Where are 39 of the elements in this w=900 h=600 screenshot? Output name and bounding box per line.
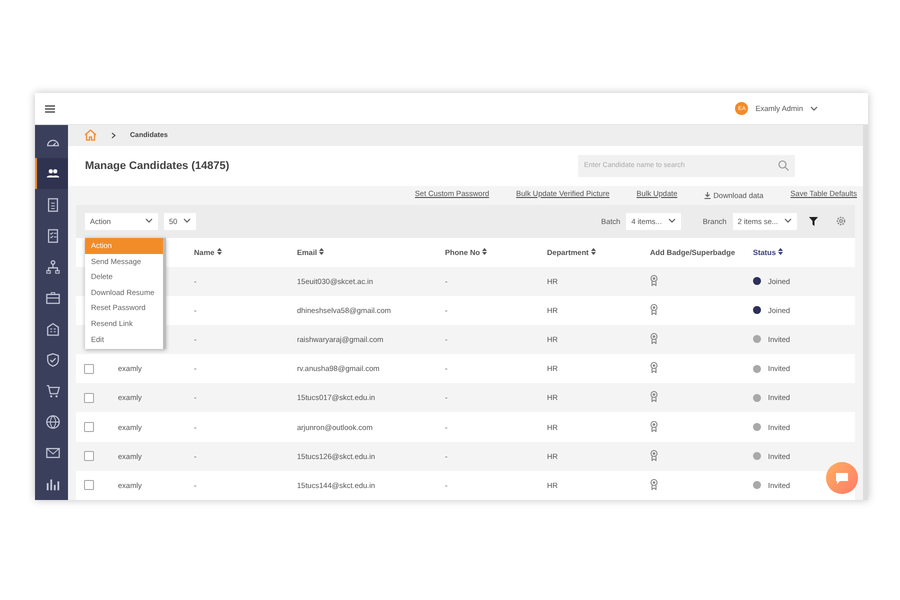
checkbox[interactable] <box>84 451 94 462</box>
chevron-down-icon <box>668 218 676 224</box>
badge-icon[interactable] <box>650 304 658 315</box>
sort-icon <box>482 248 488 254</box>
sort-icon <box>319 248 324 254</box>
sort-icon <box>216 248 222 254</box>
home-icon[interactable] <box>84 129 97 142</box>
chat-bubble-icon <box>835 472 849 484</box>
badge-icon[interactable] <box>650 332 658 344</box>
chevron-down-icon <box>810 106 818 112</box>
checkbox[interactable] <box>84 392 94 403</box>
badge-icon[interactable] <box>650 274 658 286</box>
badge-icon[interactable] <box>650 391 658 402</box>
page-title: Manage Candidates (14875) <box>85 160 230 172</box>
hierarchy-icon <box>44 258 60 275</box>
download-icon <box>704 192 712 199</box>
badge-icon[interactable] <box>650 362 658 374</box>
badge-icon[interactable] <box>650 450 658 461</box>
chevron-down-icon <box>784 218 792 224</box>
building-icon <box>44 321 60 337</box>
chevron-down-icon <box>183 218 192 224</box>
menu-icon[interactable] <box>45 104 55 112</box>
checkbox[interactable] <box>84 364 94 374</box>
badge-icon[interactable] <box>650 420 658 432</box>
briefcase-icon <box>44 290 60 306</box>
chevron-down-icon <box>145 218 153 224</box>
globe-icon <box>44 414 60 430</box>
badge-icon[interactable] <box>650 478 658 490</box>
settings-icon[interactable] <box>836 216 846 226</box>
sidebar-item[interactable] <box>35 158 68 190</box>
filter-icon[interactable] <box>809 216 818 226</box>
shield-icon <box>44 352 60 368</box>
checkbox[interactable] <box>84 422 94 432</box>
checkbox[interactable] <box>84 480 94 490</box>
search-icon[interactable] <box>778 160 789 172</box>
sort-icon <box>778 248 784 254</box>
chevron-right-icon <box>111 132 116 139</box>
cart-icon <box>44 383 60 400</box>
sort-icon <box>590 248 596 254</box>
